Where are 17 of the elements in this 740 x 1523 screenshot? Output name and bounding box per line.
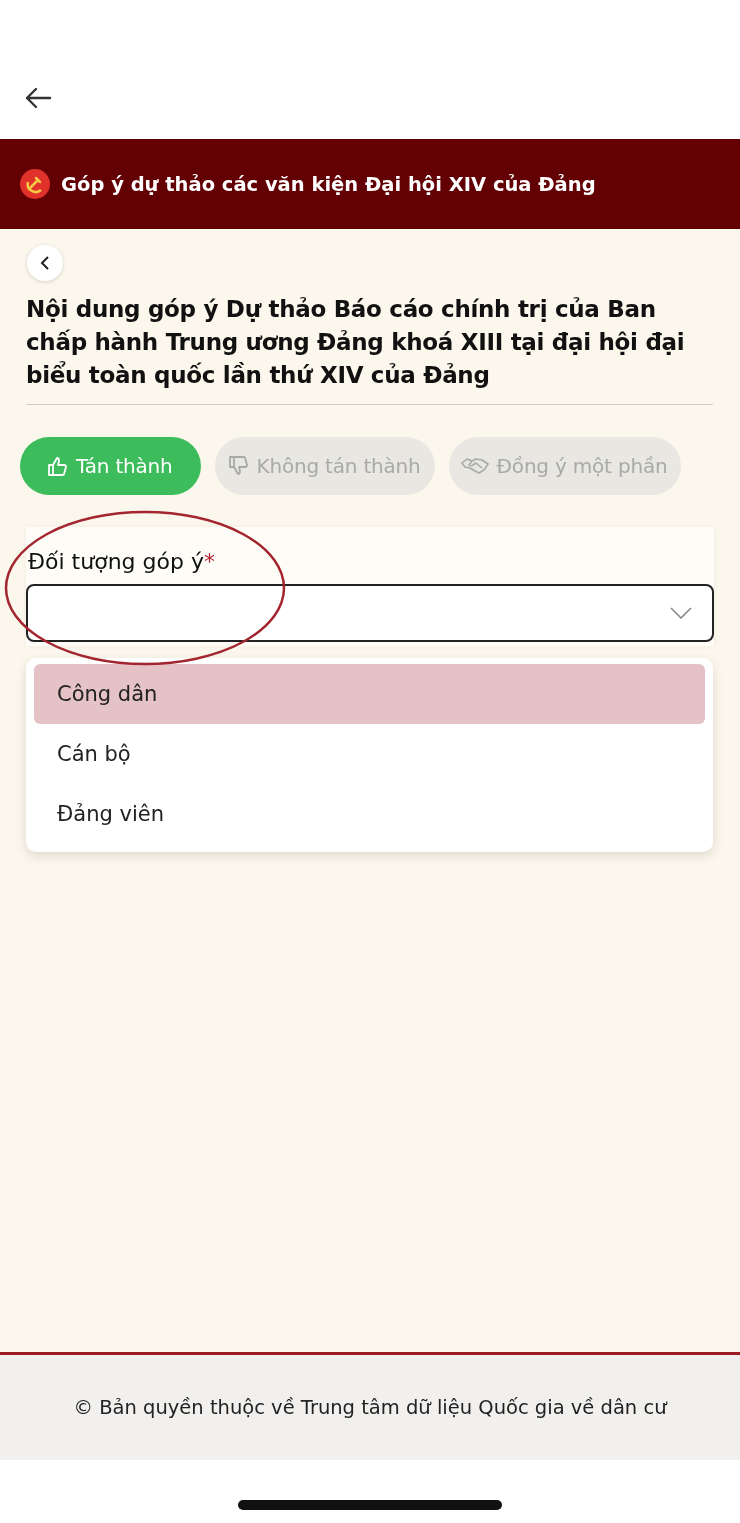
emblem-icon: [19, 168, 51, 200]
back-arrow-icon[interactable]: [24, 86, 52, 110]
dropdown-option[interactable]: Công dân: [34, 664, 705, 724]
select-field[interactable]: [26, 584, 714, 642]
banner-title: Góp ý dự thảo các văn kiện Đại hội XIV của Đảng: [61, 172, 596, 196]
copyright-text: © Bản quyền thuộc về Trung tâm dữ liệu Quốc gia về dân cư: [73, 1396, 667, 1419]
chevron-left-icon: [39, 256, 51, 270]
page-heading: Nội dung góp ý Dự thảo Báo cáo chính trị của Ban chấp hành Trung ương Đảng khoá XIII tại đại hội đại biểu toàn quốc lần thứ XIV của Đảng: [26, 295, 686, 390]
dropdown-option[interactable]: Cán bộ: [34, 724, 705, 784]
handshake-icon: [460, 455, 489, 477]
thumbs-down-icon: [226, 455, 249, 477]
back-button[interactable]: [27, 245, 63, 281]
field-label: Đối tượng góp ý: [28, 549, 204, 574]
thumbs-up-icon: [46, 455, 68, 477]
chevron-down-icon: [670, 607, 692, 619]
required-mark: *: [203, 549, 215, 574]
dropdown-option[interactable]: Đảng viên: [34, 784, 705, 844]
